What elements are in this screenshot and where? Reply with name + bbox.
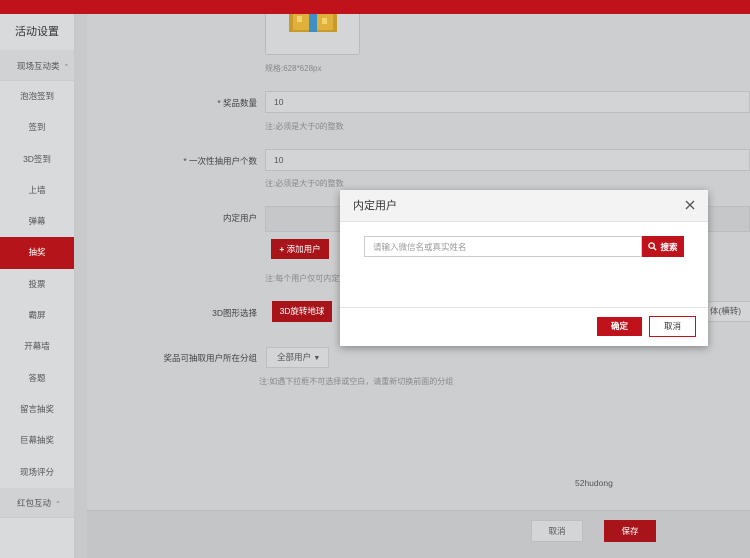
confirm-button[interactable]: 确定 bbox=[597, 317, 642, 336]
chevron-up-icon: ⌃ bbox=[63, 64, 70, 71]
group-select-value: 全部用户 bbox=[277, 352, 312, 362]
sidebar-group-label: 现场互动类 bbox=[17, 61, 60, 71]
footer-cancel-button[interactable]: 取消 bbox=[531, 520, 583, 542]
caret-down-icon: ▼ bbox=[313, 355, 321, 362]
modal-cancel-button[interactable]: 取消 bbox=[649, 316, 696, 337]
shape-label: 3D图形选择 bbox=[212, 308, 257, 318]
group-select[interactable]: 全部用户 ▼ bbox=[266, 347, 329, 368]
search-button[interactable]: 搜索 bbox=[642, 236, 684, 257]
modal-divider bbox=[340, 307, 708, 308]
shape-option-earth[interactable]: 3D旋转地球 bbox=[272, 301, 332, 322]
per-draw-input[interactable]: 10 bbox=[265, 149, 750, 171]
gift-icon bbox=[289, 14, 337, 32]
group-label: 奖品可抽取用户所在分组 bbox=[163, 353, 257, 363]
footer-save-button[interactable]: 保存 bbox=[604, 520, 656, 542]
sidebar-item-lottery[interactable]: 抽奖 bbox=[0, 237, 74, 269]
prize-count-input[interactable]: 10 bbox=[265, 91, 750, 113]
watermark-text: 52hudong bbox=[575, 478, 613, 488]
group-note: 注:如遇下拉框不可选择或空白，请重新切换前面的分组 bbox=[259, 377, 454, 386]
internal-users-modal: 内定用户 搜索 确定 取消 bbox=[340, 190, 708, 346]
plus-icon: + bbox=[279, 244, 287, 254]
per-draw-label: * 一次性抽用户个数 bbox=[183, 156, 257, 166]
add-user-label: 添加用户 bbox=[286, 244, 321, 254]
internal-users-note: 注:每个用户仅可内定 bbox=[265, 274, 340, 283]
sidebar-item-vote[interactable]: 投票 bbox=[0, 269, 74, 300]
sidebar-item-takeover[interactable]: 霸屏 bbox=[0, 300, 74, 331]
sidebar-group-redpacket[interactable]: 红包互动 ⌃ bbox=[0, 487, 74, 518]
sidebar-item-quiz[interactable]: 答题 bbox=[0, 363, 74, 394]
sidebar-item-opening-wall[interactable]: 开幕墙 bbox=[0, 331, 74, 362]
sidebar-item-giant-lottery[interactable]: 巨幕抽奖 bbox=[0, 425, 74, 456]
sidebar: 活动设置 现场互动类 ⌃ 泡泡签到 签到 3D签到 上墙 弹幕 抽奖 投票 霸屏 … bbox=[0, 14, 75, 558]
per-draw-note: 注:必须是大于0的整数 bbox=[265, 179, 344, 188]
sidebar-item-signin[interactable]: 签到 bbox=[0, 112, 74, 143]
chevron-up-icon: ⌃ bbox=[55, 500, 61, 508]
modal-title: 内定用户 bbox=[353, 200, 397, 212]
sidebar-item-message-lottery[interactable]: 留言抽奖 bbox=[0, 394, 74, 425]
prize-count-note: 注:必须是大于0的整数 bbox=[265, 122, 344, 131]
sidebar-item-rating[interactable]: 现场评分 bbox=[0, 457, 74, 488]
sidebar-title: 活动设置 bbox=[0, 14, 74, 51]
modal-header: 内定用户 bbox=[340, 190, 708, 222]
top-bar bbox=[0, 0, 750, 14]
sidebar-item-3d-signin[interactable]: 3D签到 bbox=[0, 144, 74, 175]
search-input[interactable] bbox=[364, 236, 642, 257]
sidebar-item-danmaku[interactable]: 弹幕 bbox=[0, 206, 74, 237]
close-icon[interactable] bbox=[684, 199, 696, 211]
size-note: 规格:628*628px bbox=[265, 64, 322, 73]
sidebar-item-bubble-signin[interactable]: 泡泡签到 bbox=[0, 81, 74, 112]
sidebar-item-wall[interactable]: 上墙 bbox=[0, 175, 74, 206]
sidebar-group-label: 红包互动 bbox=[17, 497, 52, 508]
search-button-label: 搜索 bbox=[660, 241, 678, 252]
sidebar-group-live[interactable]: 现场互动类 ⌃ bbox=[0, 51, 74, 81]
prize-count-label: * 奖品数量 bbox=[217, 98, 257, 108]
prize-image-upload[interactable] bbox=[265, 14, 360, 55]
search-icon bbox=[648, 242, 658, 251]
internal-users-label: 内定用户 bbox=[222, 213, 257, 223]
add-user-button[interactable]: + 添加用户 bbox=[271, 239, 329, 259]
